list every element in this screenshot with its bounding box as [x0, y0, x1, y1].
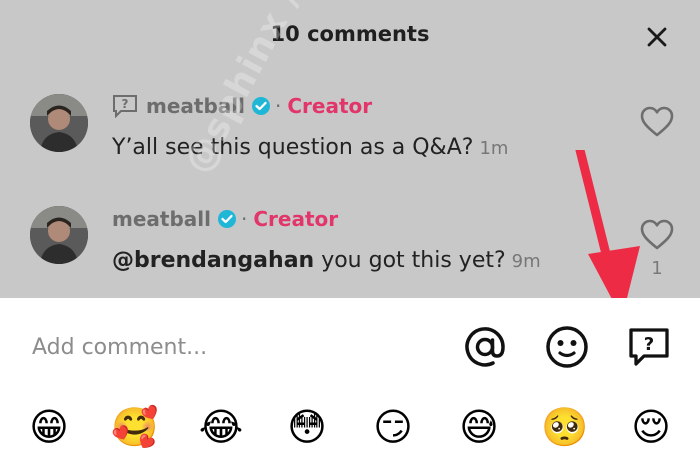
comment-text-line: @brendangahan you got this yet? 9m — [112, 248, 541, 273]
comment-text: you got this yet? — [314, 248, 506, 273]
question-button[interactable]: ? — [626, 324, 672, 370]
comment-username[interactable]: meatball — [112, 207, 211, 231]
emoji-face-icon — [546, 326, 588, 368]
comment-time: 1m — [479, 138, 509, 159]
separator-dot: · — [240, 207, 248, 231]
creator-badge: Creator — [287, 94, 373, 118]
emoji-smirk[interactable]: 😏 — [368, 402, 418, 452]
close-icon — [647, 27, 667, 47]
like-button[interactable] — [640, 106, 674, 142]
mention-button[interactable] — [462, 324, 508, 370]
at-icon — [465, 327, 505, 367]
emoji-relieved[interactable]: 😌 — [626, 402, 676, 452]
comment-composer: ? 😁 🥰 😂 😳 😏 😅 🥺 😌 — [0, 298, 700, 472]
creator-badge: Creator — [253, 207, 339, 231]
heart-icon — [640, 106, 674, 137]
avatar-photo — [30, 206, 88, 264]
comment-text: Y’all see this question as a Q&A? — [112, 135, 474, 160]
verified-icon — [217, 209, 237, 229]
quick-emoji-row: 😁 🥰 😂 😳 😏 😅 🥺 😌 — [0, 402, 700, 458]
emoji-pleading[interactable]: 🥺 — [540, 402, 590, 452]
emoji-sweat-smile[interactable]: 😅 — [454, 402, 504, 452]
comment-input[interactable] — [30, 328, 434, 366]
svg-text:?: ? — [122, 97, 129, 111]
separator-dot: · — [274, 94, 282, 118]
comments-title: 10 comments — [270, 22, 430, 46]
close-button[interactable] — [644, 24, 670, 50]
svg-text:?: ? — [644, 334, 654, 355]
like-count: 1 — [651, 258, 663, 279]
emoji-grin[interactable]: 😁 — [24, 402, 74, 452]
avatar-photo — [30, 94, 88, 152]
emoji-flushed[interactable]: 😳 — [282, 402, 332, 452]
comment-text-line: Y’all see this question as a Q&A? 1m — [112, 135, 508, 160]
comment-header: meatball · Creator — [112, 205, 338, 233]
comment-time: 9m — [511, 251, 541, 272]
comment-mention[interactable]: @brendangahan — [112, 248, 314, 273]
emoji-tears-of-joy[interactable]: 😂 — [196, 402, 246, 452]
emoji-button[interactable] — [544, 324, 590, 370]
emoji-smiling-hearts[interactable]: 🥰 — [110, 402, 160, 452]
avatar[interactable] — [30, 94, 88, 152]
avatar[interactable] — [30, 206, 88, 264]
question-badge-icon: ? — [112, 94, 138, 118]
question-icon: ? — [629, 328, 669, 366]
